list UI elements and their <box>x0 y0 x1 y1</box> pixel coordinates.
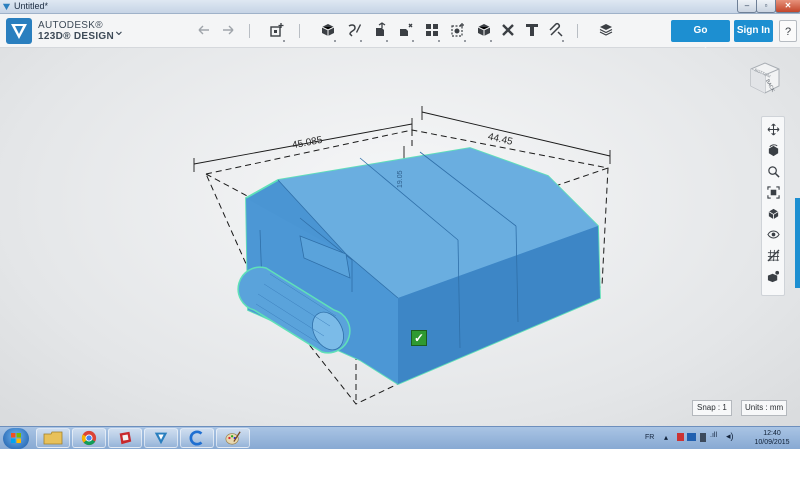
go-premium-button[interactable]: Go Premium <box>671 20 730 58</box>
group-icon[interactable] <box>447 19 469 42</box>
navigation-bar <box>761 116 785 296</box>
main-toolbar: AUTODESK® 123D® DESIGN ⌄ Go Premium Sign… <box>0 14 800 58</box>
window-title: Untitled* <box>14 1 49 11</box>
units-setting[interactable]: Units : mm <box>741 400 788 416</box>
123d-design-icon[interactable] <box>144 428 178 448</box>
logo-icon <box>11 24 27 39</box>
toolbar-separator <box>299 24 300 38</box>
window-title-bar: Untitled* – ▫ ✕ <box>0 0 800 14</box>
ccleaner-icon[interactable] <box>180 428 214 448</box>
empty-area <box>0 449 800 501</box>
sign-in-button[interactable]: Sign In <box>734 20 773 42</box>
toolbar-separator <box>577 24 578 38</box>
grid-toggle-icon[interactable] <box>765 247 781 263</box>
confirm-checkbox[interactable]: ✓ <box>411 330 427 346</box>
help-button[interactable]: ? <box>779 20 797 42</box>
brand-product: 123D® DESIGN <box>38 31 114 42</box>
minimize-button[interactable]: – <box>737 0 757 13</box>
paint-icon[interactable] <box>216 428 250 448</box>
delete-icon[interactable] <box>497 19 519 41</box>
signal-tray-icon[interactable]: .ıll <box>710 432 717 439</box>
view-mode-icon[interactable] <box>765 205 781 221</box>
dimension-width-label[interactable]: 45.085 <box>291 135 324 152</box>
visibility-icon[interactable] <box>765 226 781 242</box>
side-panel-tab[interactable] <box>795 198 800 288</box>
antivirus-tray-icon[interactable] <box>677 433 684 441</box>
pattern-icon[interactable] <box>421 19 443 42</box>
modify-icon[interactable] <box>395 19 417 42</box>
design-canvas[interactable]: 45.085 44.45 19.05 ✓ BACK BOTTOM Snap : … <box>0 48 800 426</box>
combine-icon[interactable] <box>473 19 495 42</box>
toolbar-separator <box>249 24 250 38</box>
construct-icon[interactable] <box>369 19 391 42</box>
material-icon[interactable] <box>595 19 617 41</box>
windows-start-icon[interactable] <box>3 428 29 449</box>
undo-icon[interactable] <box>193 19 215 41</box>
primitives-icon[interactable] <box>317 19 339 42</box>
snap-setting[interactable]: Snap : 1 <box>692 400 732 416</box>
dimension-height-label[interactable]: 19.05 <box>397 170 404 188</box>
volume-tray-icon[interactable]: ◂) <box>726 431 734 442</box>
tray-expand-icon[interactable]: ▴ <box>664 433 668 442</box>
app-logo[interactable] <box>6 18 32 44</box>
language-indicator[interactable]: FR <box>645 434 654 441</box>
3d-scene[interactable]: 45.085 44.45 19.05 <box>0 48 800 426</box>
taskbar-clock[interactable]: 12:40 10/09/2015 <box>752 429 792 447</box>
measure-icon[interactable] <box>545 19 567 42</box>
network-share-tray-icon[interactable] <box>687 433 696 441</box>
close-button[interactable]: ✕ <box>775 0 800 13</box>
clock-date: 10/09/2015 <box>754 439 790 446</box>
text-icon[interactable] <box>521 19 543 41</box>
sketchup-icon[interactable] <box>108 428 142 448</box>
material-toggle-icon[interactable] <box>765 268 781 284</box>
view-cube[interactable]: BACK BOTTOM <box>747 60 783 96</box>
sketch-icon[interactable] <box>343 19 365 42</box>
power-tray-icon[interactable] <box>700 433 706 442</box>
file-explorer-icon[interactable] <box>36 428 70 448</box>
clock-time: 12:40 <box>763 430 781 437</box>
fit-icon[interactable] <box>765 184 781 200</box>
redo-icon[interactable] <box>217 19 239 41</box>
new-primitive-icon[interactable] <box>266 19 288 42</box>
app-icon <box>2 3 11 11</box>
maximize-button[interactable]: ▫ <box>756 0 776 13</box>
pan-icon[interactable] <box>765 121 781 137</box>
chrome-icon[interactable] <box>72 428 106 448</box>
zoom-icon[interactable] <box>765 163 781 179</box>
chevron-down-icon[interactable]: ⌄ <box>113 22 125 39</box>
windows-taskbar: FR ▴ .ıll ◂) 12:40 10/09/2015 <box>0 426 800 450</box>
orbit-icon[interactable] <box>765 142 781 158</box>
brand-company: AUTODESK® <box>38 20 103 31</box>
3d-model[interactable] <box>237 147 601 386</box>
